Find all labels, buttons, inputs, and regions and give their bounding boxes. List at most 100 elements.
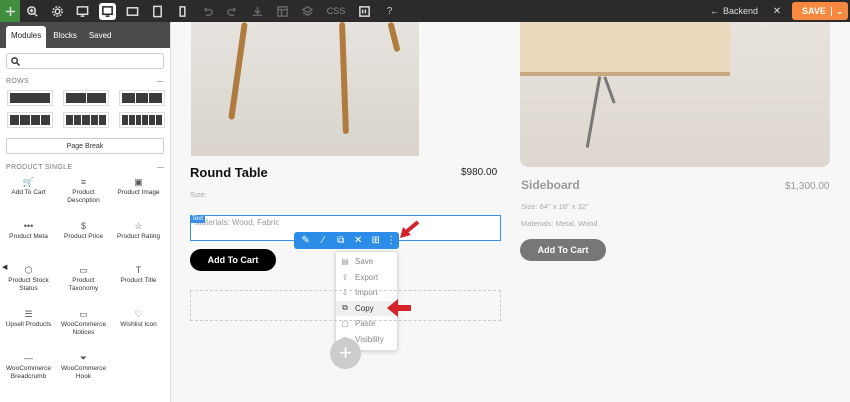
module-product-stock-status[interactable]: ⬡ Product Stock Status <box>2 262 55 304</box>
funnel-icon: ⏷ <box>79 353 88 363</box>
module-label: Product Price <box>63 233 104 240</box>
save-icon: ▤ <box>341 257 349 267</box>
add-to-cart-button-round-table[interactable]: Add To Cart <box>190 249 276 271</box>
box-icon: ⬡ <box>24 265 33 275</box>
add-to-cart-button-sideboard[interactable]: Add To Cart <box>520 239 606 261</box>
collapse-icon[interactable]: — <box>157 78 164 85</box>
module-product-price[interactable]: $ Product Price <box>57 218 110 260</box>
product-price-sideboard: $1,300.00 <box>785 181 830 192</box>
product-section-header[interactable]: PRODUCT SINGLE — <box>0 160 170 174</box>
chevron-down-icon[interactable]: ⌄ <box>831 6 843 16</box>
grid-icon[interactable]: ⊞ <box>369 235 383 246</box>
dots-icon: ••• <box>23 221 34 231</box>
menu-item-export[interactable]: ⇪ Export <box>336 270 397 286</box>
product-size-sideboard: Size: 64" x 18" x 32" <box>521 202 589 211</box>
css-button[interactable]: CSS <box>320 0 352 22</box>
row-5col[interactable] <box>63 112 109 128</box>
backend-label: Backend <box>722 6 758 16</box>
module-add-to-cart[interactable]: 🛒 Add To Cart <box>2 174 55 216</box>
layout-icon[interactable] <box>270 0 295 22</box>
module-product-description[interactable]: ≡ Product Description <box>57 174 110 216</box>
row-4col[interactable] <box>7 112 53 128</box>
revisions-icon[interactable] <box>352 0 377 22</box>
product-image-round-table <box>191 22 419 156</box>
module-product-rating[interactable]: ☆ Product Rating <box>112 218 165 260</box>
phone-icon[interactable] <box>170 0 195 22</box>
menu-item-save[interactable]: ▤ Save <box>336 254 397 270</box>
product-image-sideboard <box>520 22 830 167</box>
undo-icon[interactable] <box>195 0 220 22</box>
module-grid: 🛒 Add To Cart ≡ Product Description ▣ Produ… <box>0 174 170 392</box>
tablet-icon[interactable] <box>145 0 170 22</box>
caret-left-icon[interactable]: ◀ <box>2 263 7 271</box>
rows-section-header[interactable]: ROWS — <box>0 74 170 88</box>
module-product-meta[interactable]: ••• Product Meta <box>2 218 55 260</box>
brush-icon[interactable]: ⁄ <box>316 235 330 246</box>
module-product-taxonomy[interactable]: ▭ Product Taxonomy <box>57 262 110 304</box>
image-icon: ▣ <box>134 177 143 187</box>
text-lines-icon: ≡ <box>80 177 87 187</box>
module-label: Product Image <box>117 189 160 196</box>
empty-drop-zone[interactable] <box>190 290 501 321</box>
module-label: Product Meta <box>9 233 48 240</box>
row-3col[interactable] <box>119 90 165 106</box>
module-label: Wishlist Icon <box>120 321 157 328</box>
row-1col[interactable] <box>7 90 53 106</box>
module-upsell-products[interactable]: ☰ Upsell Products <box>2 306 55 348</box>
zoom-icon[interactable] <box>20 0 45 22</box>
module-woocommerce-hook[interactable]: ⏷ WooCommerce Hook <box>57 350 110 392</box>
plus-icon[interactable] <box>0 0 20 22</box>
redo-icon[interactable] <box>220 0 245 22</box>
module-label: Product Rating <box>117 233 160 240</box>
menu-item-label: Visibility <box>355 334 384 344</box>
page-break-button[interactable]: Page Break <box>6 138 164 154</box>
close-icon[interactable]: ✕ <box>768 0 786 22</box>
duplicate-icon[interactable]: ⧉ <box>334 235 348 246</box>
product-title-sideboard: Sideboard <box>521 178 580 192</box>
add-module-button[interactable]: + <box>330 338 361 369</box>
help-icon[interactable]: ? <box>377 0 402 22</box>
pencil-icon[interactable]: ✎ <box>299 235 313 246</box>
module-product-title[interactable]: T Product Title <box>112 262 165 304</box>
row-layouts <box>0 88 170 130</box>
module-woocommerce-breadcrumb[interactable]: — WooCommerce Breadcrumb <box>2 350 55 392</box>
backend-link[interactable]: ← Backend <box>710 6 758 16</box>
export-icon: ⇪ <box>341 272 349 282</box>
tab-modules[interactable]: Modules <box>6 26 47 48</box>
tablet-landscape-icon[interactable] <box>120 0 145 22</box>
tab-blocks[interactable]: Blocks <box>48 26 82 48</box>
download-icon[interactable] <box>245 0 270 22</box>
star-icon: ☆ <box>134 221 143 231</box>
layers-icon[interactable] <box>295 0 320 22</box>
row-2col[interactable] <box>63 90 109 106</box>
product-size-round-table: Size: <box>190 190 207 199</box>
more-vertical-icon[interactable]: ⋮ <box>386 235 396 246</box>
product-materials-sideboard: Materials: Metal, Wood <box>521 219 598 228</box>
module-product-image[interactable]: ▣ Product Image <box>112 174 165 216</box>
heart-icon: ♡ <box>134 309 143 319</box>
product-title: PRODUCT SINGLE <box>6 164 73 171</box>
notice-icon: ▭ <box>79 309 88 319</box>
module-edit-toolbar: ✎ ⁄ ⧉ ✕ ⊞ ⋮ <box>294 232 399 249</box>
module-label: WooCommerce Hook <box>60 365 107 380</box>
text-module-badge: Text <box>190 215 206 223</box>
module-label: WooCommerce Breadcrumb <box>5 365 52 380</box>
desktop-view-icon[interactable] <box>99 2 116 20</box>
delete-icon[interactable]: ✕ <box>351 235 365 246</box>
top-toolbar: CSS ? ← Backend ✕ SAVE ⌄ <box>0 0 850 22</box>
search-input[interactable] <box>6 53 164 69</box>
desktop-icon[interactable] <box>70 0 95 22</box>
product-materials-round-table: Materials: Wood, Fabric <box>195 218 280 227</box>
module-label: Product Stock Status <box>8 277 49 292</box>
tab-saved[interactable]: Saved <box>84 26 117 48</box>
collapse-icon[interactable]: — <box>157 164 164 171</box>
cart-icon: 🛒 <box>22 177 35 187</box>
module-wishlist-icon[interactable]: ♡ Wishlist Icon <box>112 306 165 348</box>
save-label: SAVE <box>802 6 826 16</box>
module-label: Product Taxonomy <box>68 277 99 292</box>
save-button[interactable]: SAVE ⌄ <box>792 2 848 20</box>
gear-icon[interactable] <box>45 0 70 22</box>
module-woocommerce-notices[interactable]: ▭ WooCommerce Notices <box>57 306 110 348</box>
row-6col[interactable] <box>119 112 165 128</box>
modules-panel: Modules Blocks Saved ROWS — Page Break PR… <box>0 22 171 402</box>
